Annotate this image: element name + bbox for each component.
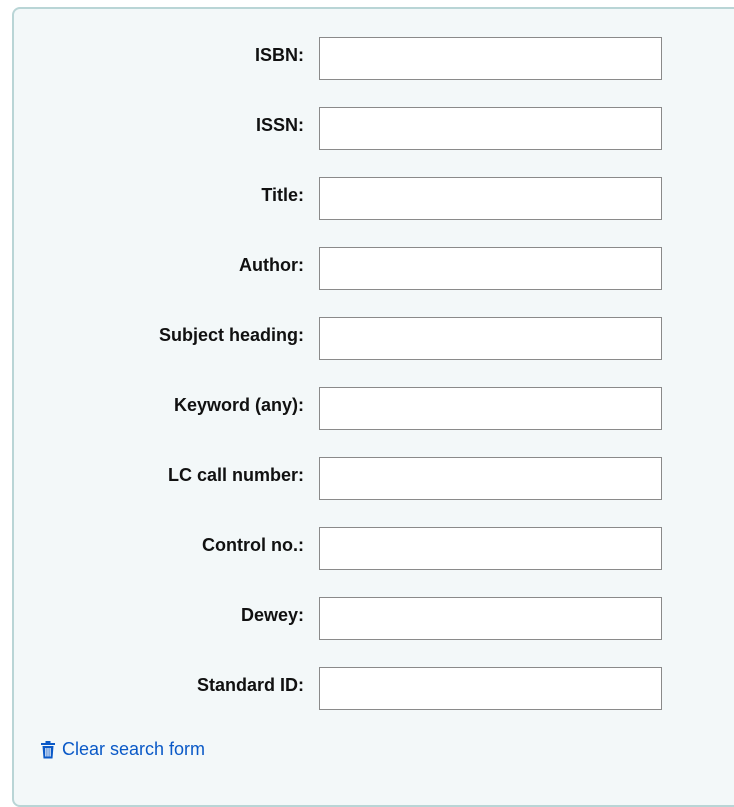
author-label: Author: <box>239 255 304 275</box>
isbn-label: ISBN: <box>255 45 304 65</box>
title-input[interactable] <box>319 177 662 220</box>
issn-input[interactable] <box>319 107 662 150</box>
lc-call-number-input[interactable] <box>319 457 662 500</box>
keyword-any-label: Keyword (any): <box>173 395 304 415</box>
standard-id-row: Standard ID: <box>14 667 734 711</box>
control-no-input[interactable] <box>319 527 662 570</box>
dewey-label: Dewey: <box>240 605 304 625</box>
clear-search-form-label: Clear search form <box>62 739 206 759</box>
search-form-panel: ISBN: ISSN: Title: Author: Subject headi… <box>12 7 734 807</box>
keyword-any-input[interactable] <box>319 387 662 430</box>
lc-call-number-label: LC call number: <box>167 465 304 485</box>
control-no-row: Control no.: <box>14 527 734 571</box>
dewey-input[interactable] <box>319 597 662 640</box>
dewey-row: Dewey: <box>14 597 734 641</box>
author-row: Author: <box>14 247 734 291</box>
standard-id-input[interactable] <box>319 667 662 710</box>
subject-heading-row: Subject heading: <box>14 317 734 361</box>
subject-heading-label: Subject heading: <box>158 325 304 345</box>
title-label: Title: <box>261 185 304 205</box>
issn-row: ISSN: <box>14 107 734 151</box>
isbn-input[interactable] <box>319 37 662 80</box>
keyword-any-row: Keyword (any): <box>14 387 734 431</box>
trash-icon <box>40 740 56 759</box>
clear-search-form-link[interactable]: Clear search form <box>40 739 205 760</box>
subject-heading-input[interactable] <box>319 317 662 360</box>
isbn-row: ISBN: <box>14 37 734 81</box>
standard-id-label: Standard ID: <box>196 675 304 695</box>
author-input[interactable] <box>319 247 662 290</box>
issn-label: ISSN: <box>255 115 304 135</box>
lc-call-number-row: LC call number: <box>14 457 734 501</box>
title-row: Title: <box>14 177 734 221</box>
control-no-label: Control no.: <box>202 535 304 555</box>
